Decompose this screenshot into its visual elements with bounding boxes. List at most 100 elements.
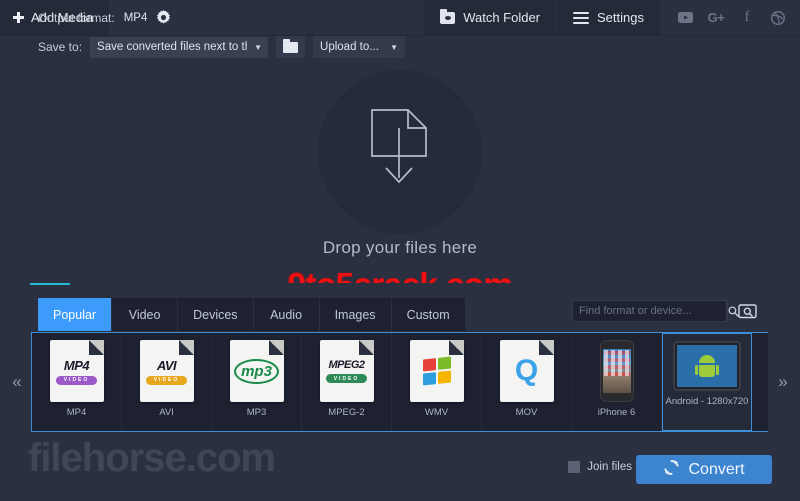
page-fold-corner bbox=[448, 340, 464, 355]
settings-button[interactable]: Settings bbox=[557, 0, 661, 35]
tab-devices[interactable]: Devices bbox=[178, 298, 254, 331]
format-icon-badge: VIDEO bbox=[325, 374, 368, 383]
mp4-file-icon: MP4 VIDEO bbox=[49, 340, 104, 402]
search-box[interactable] bbox=[572, 300, 739, 322]
chevron-down-icon: ▼ bbox=[254, 42, 263, 52]
format-icon-accent: 2 bbox=[358, 359, 365, 371]
tab-images[interactable]: Images bbox=[319, 298, 392, 331]
page-fold-corner bbox=[538, 340, 554, 355]
format-icon-name: AVI bbox=[156, 357, 177, 373]
format-card-wmv[interactable]: WMV bbox=[392, 333, 482, 431]
search-input[interactable] bbox=[573, 301, 727, 321]
scroll-right-button[interactable]: » bbox=[768, 332, 798, 432]
format-icon-accent: 4 bbox=[82, 357, 90, 373]
plus-icon bbox=[13, 12, 24, 23]
iphone-device-icon bbox=[599, 340, 634, 402]
folder-icon bbox=[283, 38, 299, 53]
iphone-screen bbox=[602, 349, 631, 393]
output-format-row: Output format: MP4 bbox=[38, 10, 171, 25]
file-download-icon bbox=[371, 109, 427, 184]
format-card-mp3[interactable]: mp3 MP3 bbox=[212, 333, 302, 431]
tab-label: Custom bbox=[406, 307, 450, 322]
tab-label: Popular bbox=[53, 307, 97, 322]
format-card-label: Android - 1280x720 bbox=[665, 396, 749, 407]
facebook-icon[interactable]: f bbox=[739, 10, 755, 26]
format-card-label: MP3 bbox=[246, 407, 267, 418]
format-carousel: « MP4 VIDEO MP4 AVI VIDEO AVI mp3 MP3 MP… bbox=[0, 332, 800, 440]
drop-circle bbox=[318, 70, 482, 234]
chevron-down-icon: ▼ bbox=[390, 42, 399, 52]
format-card-label: WMV bbox=[424, 407, 449, 418]
header-right-group: Watch Folder Settings G+ f bbox=[424, 0, 800, 35]
format-card-avi[interactable]: AVI VIDEO AVI bbox=[122, 333, 212, 431]
drop-zone-text: Drop your files here bbox=[322, 238, 478, 257]
mpeg2-file-icon: MPEG2 VIDEO bbox=[319, 340, 374, 402]
tab-audio[interactable]: Audio bbox=[253, 298, 320, 331]
join-files-label: Join files bbox=[587, 461, 632, 473]
avi-file-icon: AVI VIDEO bbox=[139, 340, 194, 402]
watch-folder-button[interactable]: Watch Folder bbox=[424, 0, 558, 35]
output-format-label: Output format: bbox=[38, 10, 115, 25]
page-fold-corner bbox=[358, 340, 374, 355]
format-icon-badge: VIDEO bbox=[145, 375, 188, 385]
search-submit-button[interactable] bbox=[727, 301, 739, 321]
movavi-converter-window: Add Media Watch Folder Settings G+ f Dro… bbox=[0, 0, 800, 501]
format-card-mov[interactable]: Q MOV bbox=[482, 333, 572, 431]
folder-camera-icon bbox=[440, 8, 456, 24]
drop-zone[interactable]: Drop your files here 9to5crack.com bbox=[0, 36, 800, 303]
tab-label: Images bbox=[334, 307, 376, 322]
tab-label: Devices bbox=[193, 307, 238, 322]
tab-list: Popular Video Devices Audio Images Custo… bbox=[38, 298, 466, 331]
gear-icon[interactable] bbox=[156, 10, 171, 25]
format-card-android[interactable]: Android - 1280x720 bbox=[662, 333, 752, 431]
settings-label: Settings bbox=[597, 10, 644, 25]
page-fold-corner bbox=[88, 340, 104, 355]
mov-file-icon: Q bbox=[499, 340, 554, 402]
save-to-row: Save to: Save converted files next to th… bbox=[38, 36, 406, 58]
page-fold-corner bbox=[178, 340, 194, 355]
dribbble-icon[interactable] bbox=[770, 10, 786, 26]
format-card-mpeg2[interactable]: MPEG2 VIDEO MPEG-2 bbox=[302, 333, 392, 431]
browse-folder-button[interactable] bbox=[276, 36, 306, 58]
format-icon-name: MP bbox=[63, 357, 83, 373]
windows-logo-icon bbox=[422, 356, 451, 386]
join-files-checkbox[interactable] bbox=[568, 461, 581, 473]
watch-folder-label: Watch Folder bbox=[463, 10, 541, 25]
output-format-value: MP4 bbox=[123, 11, 148, 24]
format-card-label: iPhone 6 bbox=[597, 407, 636, 418]
format-card-mp4[interactable]: MP4 VIDEO MP4 bbox=[32, 333, 122, 431]
join-files-control[interactable]: Join files bbox=[568, 461, 632, 473]
google-plus-icon[interactable]: G+ bbox=[708, 10, 725, 26]
mp3-file-icon: mp3 bbox=[229, 340, 284, 402]
tab-video[interactable]: Video bbox=[112, 298, 179, 331]
android-tablet-icon bbox=[673, 341, 741, 391]
search-area bbox=[572, 299, 760, 323]
teal-accent-line bbox=[30, 283, 70, 285]
convert-label: Convert bbox=[688, 460, 745, 478]
magnifier-icon bbox=[728, 305, 739, 317]
save-to-value: Save converted files next to the o bbox=[97, 41, 247, 53]
convert-button[interactable]: Convert bbox=[636, 455, 772, 484]
tab-label: Video bbox=[128, 307, 161, 322]
format-card-label: MP4 bbox=[66, 407, 87, 418]
youtube-icon[interactable] bbox=[677, 10, 693, 26]
format-card-iphone6[interactable]: iPhone 6 bbox=[572, 333, 662, 431]
format-card-strip: MP4 VIDEO MP4 AVI VIDEO AVI mp3 MP3 MPEG… bbox=[31, 332, 769, 432]
tab-popular[interactable]: Popular bbox=[38, 298, 113, 331]
scroll-left-button[interactable]: « bbox=[2, 332, 32, 432]
wmv-file-icon bbox=[409, 340, 464, 402]
social-links-group: G+ f bbox=[661, 0, 800, 35]
tab-label: Audio bbox=[270, 307, 303, 322]
format-card-label: MPEG-2 bbox=[328, 407, 365, 418]
upload-to-label: Upload to... bbox=[320, 41, 379, 53]
save-to-dropdown[interactable]: Save converted files next to the o ▼ bbox=[90, 36, 269, 58]
format-card-label: MOV bbox=[515, 407, 538, 418]
tab-custom[interactable]: Custom bbox=[391, 298, 466, 331]
format-icon-badge: VIDEO bbox=[55, 375, 98, 385]
android-screen bbox=[677, 345, 737, 387]
upload-to-dropdown[interactable]: Upload to... ▼ bbox=[313, 36, 406, 58]
device-search-icon bbox=[737, 303, 757, 318]
hamburger-menu-icon bbox=[573, 11, 590, 24]
page-fold-corner bbox=[268, 340, 284, 355]
format-icon-name: MPEG bbox=[328, 359, 359, 371]
